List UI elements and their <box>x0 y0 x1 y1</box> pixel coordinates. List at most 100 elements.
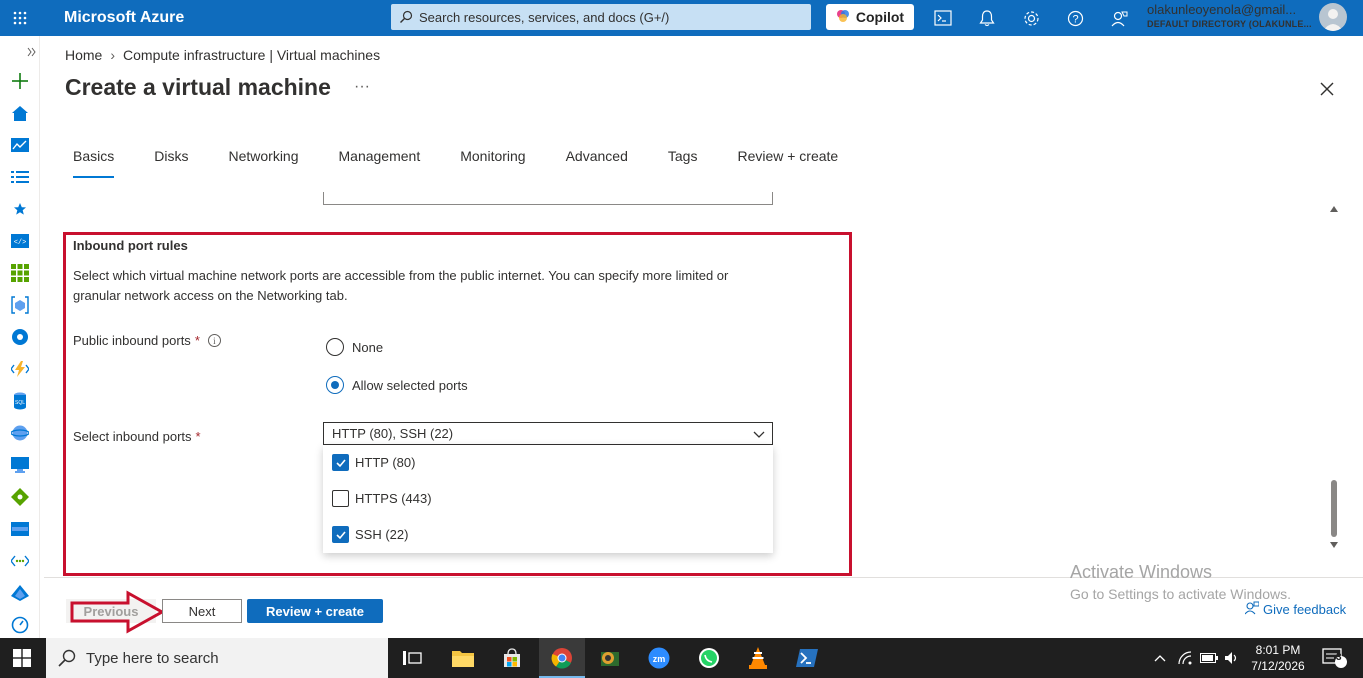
virtual-machines-icon[interactable] <box>10 455 30 475</box>
inbound-ports-dropdown[interactable]: HTTP (80), SSH (22) <box>323 422 773 445</box>
tab-advanced[interactable]: Advanced <box>566 148 628 172</box>
tab-networking[interactable]: Networking <box>228 148 298 172</box>
breadcrumb-home[interactable]: Home <box>65 47 102 63</box>
chevron-down-icon <box>752 427 766 444</box>
whatsapp-icon[interactable] <box>697 646 721 670</box>
select-inbound-ports-text: Select inbound ports <box>73 429 192 444</box>
ssh-checkbox[interactable] <box>332 526 349 543</box>
taskbar-date: 7/12/2026 <box>1251 659 1305 673</box>
scrollbar-thumb[interactable] <box>1331 480 1337 537</box>
radio-none[interactable]: None <box>326 338 383 356</box>
sql-database-icon[interactable]: SQL <box>10 391 30 411</box>
tab-basics[interactable]: Basics <box>73 148 115 178</box>
scrolled-out-field[interactable] <box>323 192 773 205</box>
windows-start-icon[interactable] <box>10 646 34 670</box>
radio-allow-button[interactable] <box>326 376 344 394</box>
inbound-rules-description: Select which virtual machine network por… <box>73 268 729 303</box>
next-button[interactable]: Next <box>162 599 242 623</box>
load-balancer-icon[interactable] <box>10 487 30 507</box>
monitor-gauge-icon[interactable] <box>10 615 30 635</box>
app-service-globe-icon[interactable] <box>10 327 30 347</box>
speaker-icon[interactable] <box>1222 646 1242 670</box>
favorites-star-icon[interactable] <box>10 199 30 219</box>
copilot-button[interactable]: Copilot <box>826 4 914 30</box>
inbound-ports-options-list: HTTP (80) HTTPS (443) SSH (22) <box>323 445 773 553</box>
radio-none-label: None <box>352 339 384 355</box>
feedback-label: Give feedback <box>1263 602 1347 617</box>
entra-id-icon[interactable] <box>10 583 30 603</box>
ssh-label: SSH (22) <box>355 527 409 542</box>
task-view-icon[interactable] <box>400 646 424 670</box>
global-search-input[interactable]: Search resources, services, and docs (G+… <box>391 4 811 30</box>
left-navigation-rail: </> SQL <box>0 36 40 638</box>
dashboard-icon[interactable] <box>10 135 30 155</box>
copilot-label: Copilot <box>855 9 905 25</box>
taskbar-clock[interactable]: 8:01 PM 7/12/2026 <box>1247 642 1309 674</box>
expand-chevron-icon[interactable] <box>22 42 42 62</box>
review-create-button[interactable]: Review + create <box>247 599 383 623</box>
inbound-rules-heading: Inbound port rules <box>73 238 188 253</box>
vlc-icon[interactable] <box>746 646 770 670</box>
notification-center-icon[interactable]: 3 <box>1320 646 1350 670</box>
taskbar-search-icon <box>58 649 76 667</box>
more-options-button[interactable]: ··· <box>354 78 370 96</box>
resource-groups-icon[interactable] <box>10 295 30 315</box>
all-resources-grid-icon[interactable] <box>10 263 30 283</box>
option-ssh[interactable]: SSH (22) <box>332 526 408 543</box>
show-hidden-icons-chevron-icon[interactable] <box>1150 646 1170 670</box>
copilot-icon <box>836 9 850 26</box>
feedback-person-icon[interactable] <box>1107 6 1131 30</box>
breadcrumb-virtual-machines[interactable]: Compute infrastructure | Virtual machine… <box>123 47 380 63</box>
chrome-browser-icon[interactable] <box>550 646 574 670</box>
http-checkbox[interactable] <box>332 454 349 471</box>
radio-none-button[interactable] <box>326 338 344 356</box>
wifi-icon[interactable] <box>1176 646 1196 670</box>
svg-text:zm: zm <box>653 654 666 664</box>
brand-title[interactable]: Microsoft Azure <box>64 9 390 27</box>
avatar[interactable] <box>1319 3 1347 31</box>
close-icon[interactable] <box>1317 79 1337 99</box>
tab-disks[interactable]: Disks <box>154 148 188 172</box>
function-app-bolt-icon[interactable] <box>10 359 30 379</box>
annotation-arrow-icon <box>70 590 166 634</box>
tab-review-create[interactable]: Review + create <box>737 148 838 172</box>
taskbar-search-input[interactable]: Type here to search <box>46 638 388 678</box>
info-icon[interactable]: i <box>207 334 221 347</box>
content-scrollbar[interactable] <box>1328 200 1340 555</box>
tab-management[interactable]: Management <box>339 148 421 172</box>
create-resource-plus-icon[interactable] <box>10 71 30 91</box>
give-feedback-link[interactable]: Give feedback <box>1244 601 1347 618</box>
help-icon[interactable]: ? <box>1063 6 1087 30</box>
radio-allow-label: Allow selected ports <box>352 377 468 393</box>
required-marker: * <box>194 333 200 348</box>
cosmos-db-icon[interactable] <box>10 423 30 443</box>
battery-icon[interactable] <box>1199 646 1219 670</box>
windows-taskbar: Type here to search zm 8:01 PM 7/12/2026 <box>0 638 1363 678</box>
file-explorer-icon[interactable] <box>451 646 475 670</box>
option-http[interactable]: HTTP (80) <box>332 454 415 471</box>
tab-tags[interactable]: Tags <box>668 148 698 172</box>
activation-subtitle: Go to Settings to activate Windows. <box>1070 586 1291 602</box>
notifications-bell-icon[interactable] <box>975 6 999 30</box>
storage-accounts-icon[interactable] <box>10 519 30 539</box>
cloud-shell-icon[interactable] <box>931 6 955 30</box>
zoom-icon[interactable]: zm <box>647 646 671 670</box>
app-launcher-icon[interactable] <box>0 0 40 36</box>
public-inbound-ports-text: Public inbound ports <box>73 333 191 348</box>
microsoft-store-icon[interactable] <box>500 646 524 670</box>
powershell-icon[interactable] <box>795 646 819 670</box>
activation-title: Activate Windows <box>1070 562 1213 582</box>
settings-gear-icon[interactable] <box>1019 6 1043 30</box>
virtual-networks-icon[interactable] <box>10 551 30 571</box>
all-services-list-icon[interactable] <box>10 167 30 187</box>
home-icon[interactable] <box>10 103 30 123</box>
radio-allow-selected-ports[interactable]: Allow selected ports <box>326 376 468 394</box>
tab-monitoring[interactable]: Monitoring <box>460 148 525 172</box>
required-marker: * <box>195 429 201 444</box>
option-https[interactable]: HTTPS (443) <box>332 490 432 507</box>
search-placeholder: Search resources, services, and docs (G+… <box>419 9 670 25</box>
app-globe-icon[interactable] <box>598 646 622 670</box>
https-checkbox[interactable] <box>332 490 349 507</box>
account-menu[interactable]: olakunleoyenola@gmail... DEFAULT DIRECTO… <box>1147 3 1312 31</box>
app-services-icon[interactable]: </> <box>10 231 30 251</box>
